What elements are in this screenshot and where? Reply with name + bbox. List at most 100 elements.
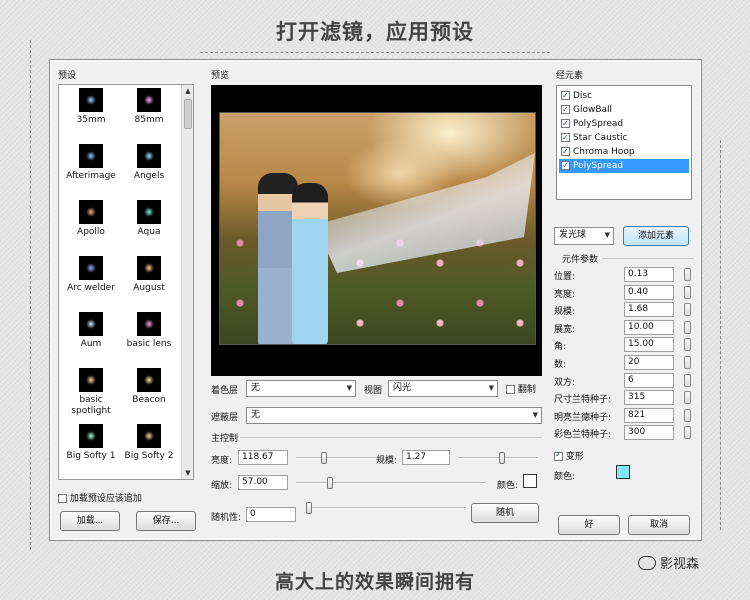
param-row: 明亮兰德种子: 821 bbox=[554, 407, 694, 424]
preset-item[interactable]: Angels bbox=[119, 144, 179, 182]
deform-option[interactable]: 变形 bbox=[554, 449, 584, 462]
preset-item[interactable]: Arc welder bbox=[61, 256, 121, 294]
preset-scrollbar[interactable]: ▲ ▼ bbox=[181, 85, 193, 479]
random-slider-knob[interactable] bbox=[306, 502, 313, 514]
preview-label: 预览 bbox=[211, 71, 230, 81]
param-slider-handle[interactable] bbox=[684, 338, 691, 352]
element-name: GlowBall bbox=[573, 105, 613, 115]
scroll-down-icon[interactable]: ▼ bbox=[182, 467, 193, 479]
param-slider-handle[interactable] bbox=[684, 391, 691, 405]
append-presets-option[interactable]: 加载预设应该追加 bbox=[58, 491, 142, 504]
preset-thumbnail bbox=[79, 200, 103, 224]
element-type-select[interactable]: 发光球 ▼ bbox=[554, 227, 614, 245]
brightness-slider-knob[interactable] bbox=[321, 452, 327, 464]
randomize-button[interactable]: 随机 bbox=[471, 503, 539, 523]
param-slider-handle[interactable] bbox=[684, 426, 691, 440]
ok-button[interactable]: 好 bbox=[558, 515, 620, 535]
mask-layer-select[interactable]: 无 ▼ bbox=[246, 407, 542, 424]
add-element-button[interactable]: 添加元素 bbox=[623, 226, 689, 246]
preset-item[interactable]: August bbox=[119, 256, 179, 294]
param-label: 展宽: bbox=[554, 324, 576, 335]
param-slider-handle[interactable] bbox=[684, 303, 691, 317]
zoom-input[interactable]: 57.00 bbox=[238, 475, 288, 490]
chevron-down-icon: ▼ bbox=[532, 411, 538, 419]
element-list-item[interactable]: Star Caustic bbox=[559, 131, 689, 145]
param-label: 规模: bbox=[554, 307, 576, 318]
param-slider-handle[interactable] bbox=[684, 268, 691, 281]
copy-option[interactable]: 翻制 bbox=[506, 382, 536, 395]
element-checkbox[interactable] bbox=[561, 117, 570, 131]
random-label: 随机性: bbox=[211, 513, 242, 523]
element-checkbox[interactable] bbox=[561, 159, 570, 173]
param-slider-handle[interactable] bbox=[684, 356, 691, 369]
view-select[interactable]: 闪光 ▼ bbox=[388, 380, 498, 397]
element-list-item[interactable]: GlowBall bbox=[559, 103, 689, 117]
element-list[interactable]: Disc GlowBall PolySpread Star Caustic Chroma… bbox=[556, 85, 692, 200]
element-name: Star Caustic bbox=[573, 133, 628, 143]
preview-frame[interactable] bbox=[211, 85, 542, 376]
random-slider[interactable] bbox=[306, 501, 466, 515]
param-slider-handle[interactable] bbox=[684, 373, 691, 387]
preset-item[interactable]: Beacon bbox=[119, 368, 179, 406]
zoom-slider-knob[interactable] bbox=[327, 477, 334, 489]
load-preset-button[interactable]: 加载... bbox=[60, 511, 120, 531]
element-checkbox[interactable] bbox=[561, 89, 570, 103]
element-list-item[interactable]: PolySpread bbox=[559, 117, 689, 131]
scroll-up-icon[interactable]: ▲ bbox=[182, 85, 193, 97]
preset-item[interactable]: Big Softy 2 bbox=[119, 424, 179, 462]
preset-name: Apollo bbox=[77, 227, 105, 237]
element-name: Disc bbox=[573, 91, 593, 101]
param-input[interactable]: 821 bbox=[624, 407, 674, 423]
param-slider-handle[interactable] bbox=[684, 408, 691, 422]
param-input[interactable]: 15.00 bbox=[624, 337, 674, 353]
preset-item[interactable]: basic lens bbox=[119, 312, 179, 350]
scale-slider-knob[interactable] bbox=[499, 452, 505, 464]
param-slider-handle[interactable] bbox=[684, 320, 691, 334]
preset-item[interactable]: 85mm bbox=[119, 88, 179, 126]
append-presets-checkbox[interactable] bbox=[58, 494, 67, 503]
preset-item[interactable]: Afterimage bbox=[61, 144, 121, 182]
element-list-item[interactable]: Disc bbox=[559, 89, 689, 103]
preset-item[interactable]: Big Softy 1 bbox=[61, 424, 121, 462]
deform-label: 变形 bbox=[565, 452, 584, 462]
preset-thumbnail bbox=[137, 88, 161, 112]
copy-checkbox[interactable] bbox=[506, 385, 515, 394]
chevron-down-icon: ▼ bbox=[488, 384, 494, 392]
param-input[interactable]: 20 bbox=[624, 355, 674, 370]
preset-item[interactable]: basic spotlight bbox=[61, 368, 121, 417]
preset-thumbnail bbox=[79, 312, 103, 336]
preset-list[interactable]: 35mm 85mm Afterimage Angels Apollo Aqua Arc we… bbox=[58, 84, 194, 480]
param-input[interactable]: 0.40 bbox=[624, 284, 674, 300]
param-input[interactable]: 10.00 bbox=[624, 319, 674, 335]
scale-slider[interactable] bbox=[458, 451, 538, 465]
preset-item[interactable]: 35mm bbox=[61, 88, 121, 126]
param-slider-handle[interactable] bbox=[684, 285, 691, 299]
save-preset-button[interactable]: 保存... bbox=[136, 511, 196, 531]
scroll-thumb[interactable] bbox=[184, 99, 192, 129]
brightness-input[interactable]: 118.67 bbox=[238, 450, 288, 465]
random-input[interactable]: 0 bbox=[246, 507, 296, 522]
element-checkbox[interactable] bbox=[561, 145, 570, 159]
element-checkbox[interactable] bbox=[561, 103, 570, 117]
brightness-slider[interactable] bbox=[296, 451, 376, 465]
preview-color-swatch[interactable] bbox=[523, 474, 537, 488]
preset-item[interactable]: Aqua bbox=[119, 200, 179, 238]
param-input[interactable]: 300 bbox=[624, 425, 674, 441]
element-checkbox[interactable] bbox=[561, 131, 570, 145]
param-input[interactable]: 1.68 bbox=[624, 302, 674, 318]
deform-checkbox[interactable] bbox=[554, 450, 563, 461]
zoom-slider[interactable] bbox=[296, 476, 486, 490]
param-input[interactable]: 6 bbox=[624, 372, 674, 388]
param-row: 角: 15.00 bbox=[554, 337, 694, 353]
cancel-button[interactable]: 取消 bbox=[628, 515, 690, 535]
scale-input[interactable]: 1.27 bbox=[402, 450, 450, 465]
element-list-item[interactable]: PolySpread bbox=[559, 159, 689, 173]
preset-item[interactable]: Aum bbox=[61, 312, 121, 350]
preset-item[interactable]: Apollo bbox=[61, 200, 121, 238]
preset-name: Aqua bbox=[137, 227, 161, 237]
element-list-item[interactable]: Chroma Hoop bbox=[559, 145, 689, 159]
param-input[interactable]: 315 bbox=[624, 390, 674, 406]
tint-layer-select[interactable]: 无 ▼ bbox=[246, 380, 356, 397]
param-input[interactable]: 0.13 bbox=[624, 267, 674, 282]
element-color-swatch[interactable] bbox=[616, 465, 630, 479]
